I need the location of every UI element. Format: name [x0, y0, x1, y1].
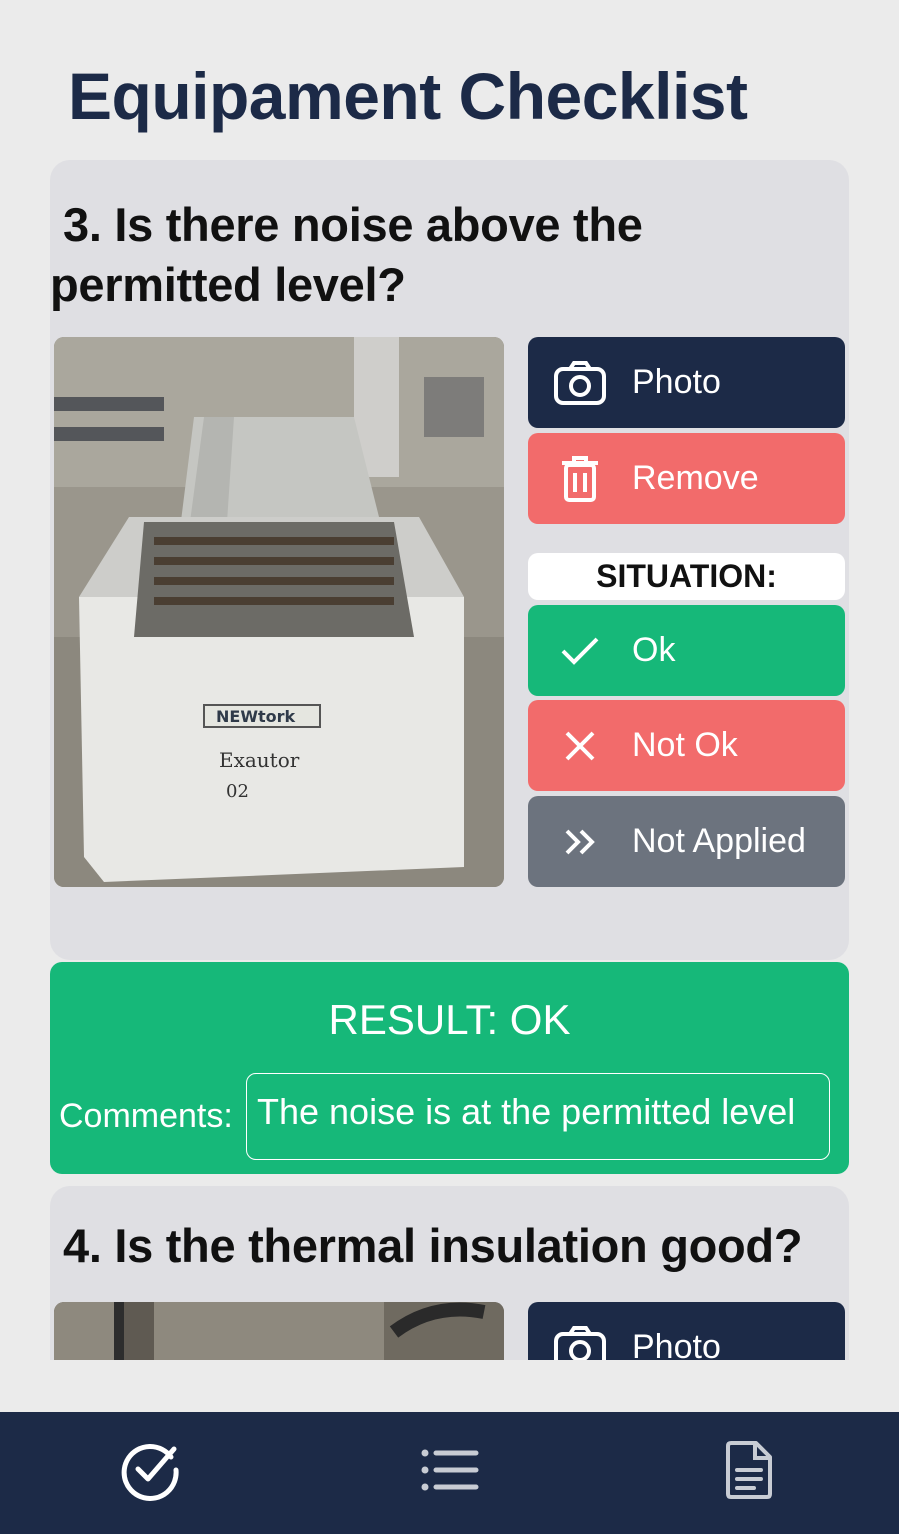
remove-button[interactable]: Remove [528, 433, 845, 524]
question-text-line2: permitted level? [50, 258, 406, 311]
question-text-4: 4. Is the thermal insulation good? [63, 1219, 803, 1272]
camera-icon [528, 1325, 632, 1360]
check-circle-icon [119, 1439, 181, 1506]
situation-label: SITUATION: [528, 553, 845, 600]
photo-button[interactable]: Photo [528, 337, 845, 428]
x-icon [528, 730, 632, 762]
list-icon [420, 1448, 480, 1497]
not-applied-button-label: Not Applied [632, 822, 806, 860]
equipment-photo[interactable]: NEWtork Exautor 02 [54, 337, 504, 887]
nav-report-button[interactable] [717, 1440, 781, 1504]
document-icon [724, 1440, 774, 1505]
result-panel: RESULT: OK Comments: The noise is at the… [50, 962, 849, 1174]
svg-text:Exautor: Exautor [219, 748, 300, 772]
not-ok-button[interactable]: Not Ok [528, 700, 845, 791]
camera-icon [528, 360, 632, 405]
double-chevron-right-icon [528, 828, 632, 856]
ok-button[interactable]: Ok [528, 605, 845, 696]
ok-button-label: Ok [632, 631, 676, 669]
question-card-4: 4. Is the thermal insulation good? Photo [50, 1186, 849, 1360]
photo-button-label-4: Photo [632, 1328, 721, 1360]
page-title: Equipament Checklist [68, 59, 748, 133]
not-applied-button[interactable]: Not Applied [528, 796, 845, 887]
comments-input[interactable]: The noise is at the permitted level [246, 1073, 830, 1160]
comments-value: The noise is at the permitted level [257, 1091, 796, 1132]
photo-button-4[interactable]: Photo [528, 1302, 845, 1360]
not-ok-button-label: Not Ok [632, 726, 738, 764]
svg-text:NEWtork: NEWtork [216, 707, 296, 726]
question-card-3: 3. Is there noise above the permitted le… [50, 160, 849, 960]
equipment-photo-4[interactable] [54, 1302, 504, 1360]
trash-icon [528, 455, 632, 503]
nav-list-button[interactable] [418, 1440, 482, 1504]
remove-button-label: Remove [632, 459, 759, 497]
result-status: RESULT: OK [328, 996, 571, 1043]
nav-checklist-button[interactable] [118, 1440, 182, 1504]
bottom-navigation [0, 1412, 899, 1534]
checklist-scroll-area[interactable]: Equipament Checklist 3. Is there noise a… [0, 0, 899, 1360]
question-text-line1: 3. Is there noise above the [63, 198, 643, 251]
svg-text:02: 02 [226, 781, 249, 802]
comments-label: Comments: [59, 1097, 233, 1135]
photo-button-label: Photo [632, 363, 721, 401]
question-text-3: 3. Is there noise above the permitted le… [50, 195, 840, 315]
check-icon [528, 636, 632, 666]
